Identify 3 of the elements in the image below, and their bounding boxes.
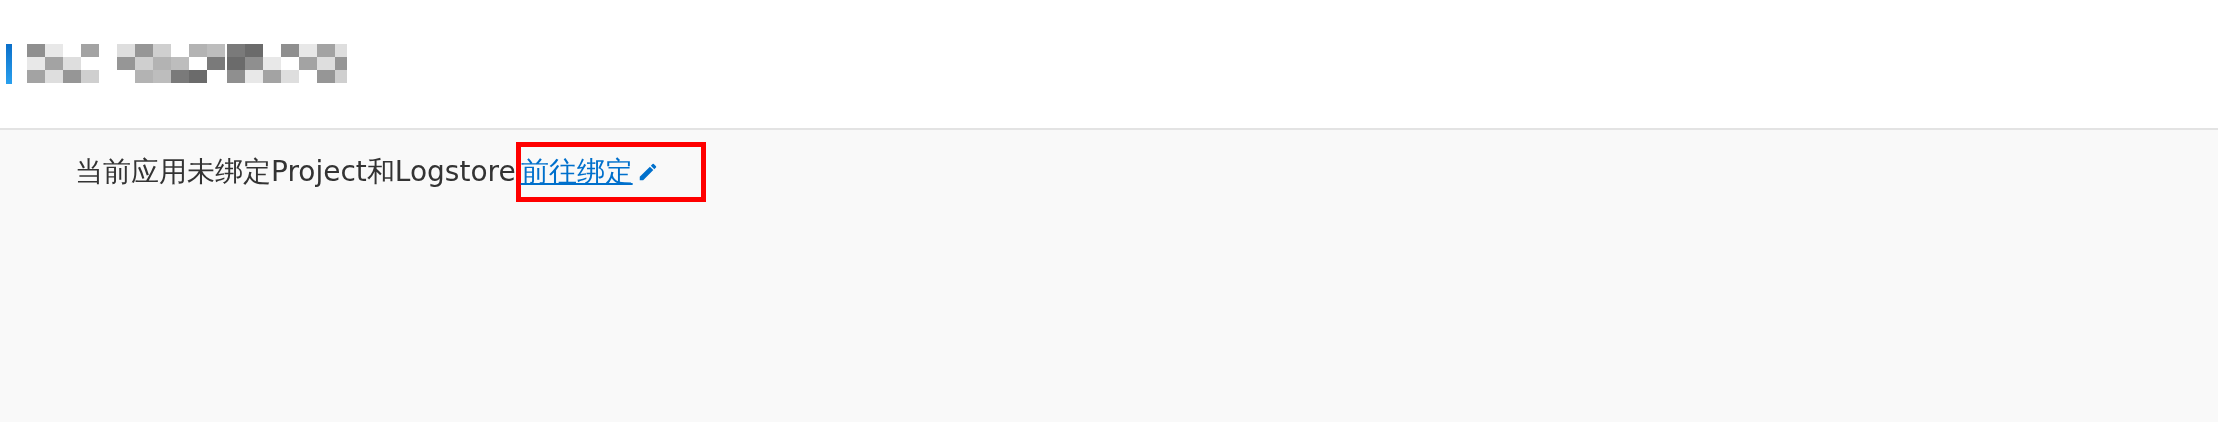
- accent-bar: [6, 44, 12, 84]
- notice-text: 当前应用未绑定Project和Logstore: [75, 154, 516, 190]
- bind-link[interactable]: 前往绑定: [520, 153, 659, 191]
